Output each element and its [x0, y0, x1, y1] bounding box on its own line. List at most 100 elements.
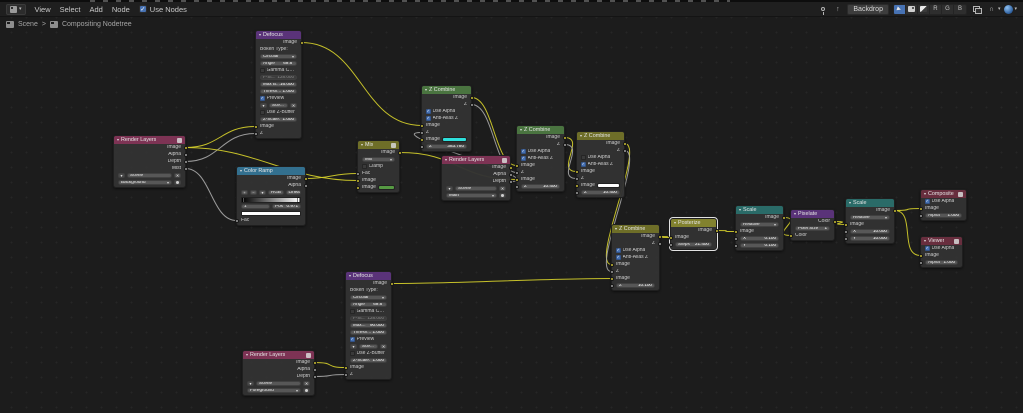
image-left-socket[interactable] [669, 236, 673, 240]
z-left-socket[interactable] [254, 132, 258, 136]
scene-datablock-icon[interactable]: ▾ [260, 103, 267, 109]
checkbox[interactable]: ✓ [426, 109, 431, 114]
image-right-socket[interactable] [563, 136, 567, 140]
channel-b-button[interactable]: B [954, 5, 966, 14]
node-zc2[interactable]: ▾Z CombineImageZ✓Use Alpha✓Anti-Alias ZI… [516, 125, 565, 192]
collapse-icon[interactable]: ▾ [520, 128, 522, 132]
dropdown[interactable]: Circular▾ [260, 54, 297, 60]
node-header[interactable]: ▾Z Combine [422, 86, 471, 94]
z1-left-socket[interactable] [515, 171, 519, 175]
fac-left-socket[interactable] [235, 219, 239, 223]
node-mix[interactable]: ▾MixImageMix▾ClampFacImageImage [357, 140, 400, 193]
value-field[interactable]: Z10.400 [581, 190, 620, 196]
y-left-socket[interactable] [844, 237, 848, 241]
collapse-icon[interactable]: ▾ [849, 201, 851, 205]
node-header[interactable]: ▾Defocus [256, 31, 301, 39]
node-defocus2[interactable]: ▾DefocusImageBokeh Type:Circular▾Angle69… [345, 271, 392, 380]
scene-datablock-icon[interactable]: ▾ [350, 344, 357, 350]
use-nodes-toggle[interactable]: ✓ Use Nodes [139, 5, 187, 14]
render-layer-icon[interactable] [174, 180, 181, 186]
scene-name-field[interactable]: Scene [455, 186, 497, 192]
checkbox[interactable]: ✓ [925, 246, 930, 251]
fac-left-socket[interactable] [356, 172, 360, 176]
node-header[interactable]: ▾Render Layers [243, 351, 314, 359]
checkbox[interactable]: ✓ [521, 156, 526, 161]
alpha-right-socket[interactable] [509, 173, 513, 177]
unlink-icon[interactable]: ✕ [499, 186, 506, 192]
color-swatch[interactable] [378, 185, 395, 190]
image-right-socket[interactable] [184, 146, 188, 150]
node-header[interactable]: ▾Pixelate [791, 210, 834, 218]
breadcrumb-scene[interactable]: Scene [18, 21, 38, 28]
z1-left-socket[interactable] [610, 270, 614, 274]
collapse-icon[interactable]: ▾ [117, 138, 119, 142]
collapse-icon[interactable]: ▾ [425, 88, 427, 92]
collapse-icon[interactable]: ▾ [349, 274, 351, 278]
collapse-icon[interactable]: ▾ [259, 33, 261, 37]
image-right-socket[interactable] [658, 235, 662, 239]
checkbox[interactable]: ✓ [426, 116, 431, 121]
image-right-socket[interactable] [398, 151, 402, 155]
value-field[interactable]: X0.100 [740, 236, 779, 242]
checkbox[interactable]: ✓ [260, 96, 265, 101]
x-left-socket[interactable] [844, 230, 848, 234]
layer-dropdown[interactable]: Background▾ [118, 180, 172, 186]
image1-left-socket[interactable] [420, 124, 424, 128]
z-left-socket[interactable] [344, 373, 348, 377]
render-layer-icon[interactable] [303, 388, 310, 394]
node-colorramp[interactable]: ▾Color RampImageAlpha+−▾RGBLinear▾1Pos0.… [236, 166, 306, 226]
z1-left-socket[interactable] [420, 131, 424, 135]
color-mode-dropdown[interactable]: RGB [268, 190, 284, 196]
node-zc1[interactable]: ▾Z CombineImageZ✓Use Alpha✓Anti-Alias ZI… [421, 85, 472, 152]
node-header[interactable]: ▾Render Layers [114, 136, 185, 144]
node-header[interactable]: ▾Color Ramp [237, 167, 305, 175]
value-field[interactable]: Steps21.400 [675, 242, 712, 248]
shading-dropdown[interactable]: ▾ [1004, 5, 1017, 14]
add-stop-button[interactable]: + [241, 190, 248, 196]
node-header[interactable]: ▾Scale [846, 199, 894, 207]
menu-add[interactable]: Add [90, 5, 103, 14]
node-header[interactable]: ▾Composite [921, 190, 966, 198]
editor-type-button[interactable]: ▾ [6, 4, 26, 15]
breadcrumb-nodetree[interactable]: Compositing Nodetree [62, 21, 132, 28]
interpolation-dropdown[interactable]: Linear▾ [286, 190, 302, 196]
checkbox[interactable]: ✓ [350, 337, 355, 342]
disabled-field[interactable]: F-St...128.000 [260, 75, 297, 81]
image1-left-socket[interactable] [356, 179, 360, 183]
depth-right-socket[interactable] [184, 160, 188, 164]
value-field[interactable]: Z383.780 [426, 144, 467, 150]
node-header[interactable]: ▾Mix [358, 141, 399, 149]
checkbox[interactable]: ✓ [521, 149, 526, 154]
render-layer-icon[interactable] [499, 193, 506, 199]
node-zc3[interactable]: ▾Z CombineImageZUse Alpha✓Anti-Alias ZIm… [576, 131, 625, 198]
node-scale2[interactable]: ▾ScaleImageRelative▾ImageX10.000Y10.000 [845, 198, 895, 244]
value-field[interactable]: Max...90.000 [350, 323, 387, 329]
backdrop-cursor-icon[interactable] [894, 5, 906, 14]
image-right-socket[interactable] [509, 166, 513, 170]
pin-icon[interactable] [817, 4, 828, 15]
node-viewer[interactable]: ▾Viewer✓Use AlphaImageAlpha1.000 [920, 236, 963, 268]
scene-datablock-icon[interactable]: ▾ [247, 381, 254, 387]
image-left-socket[interactable] [844, 223, 848, 227]
image-left-socket[interactable] [919, 254, 923, 258]
unlink-icon[interactable]: ✕ [303, 381, 310, 387]
stop-index-field[interactable]: 1 [241, 204, 270, 210]
overlap-icon[interactable] [971, 4, 982, 15]
z-right-socket[interactable] [563, 143, 567, 147]
steps-left-socket[interactable] [669, 243, 673, 247]
node-scale1[interactable]: ▾ScaleImageRelative▾ImageX0.100Y0.100 [735, 205, 784, 251]
node-header[interactable]: ▾Z Combine [517, 126, 564, 134]
alpha-left-socket[interactable] [919, 261, 923, 265]
alpha-right-socket[interactable] [184, 153, 188, 157]
depth-right-socket[interactable] [313, 375, 317, 379]
node-defocus1[interactable]: ▾DefocusImageBokeh Type:Circular▾Angle69… [255, 30, 302, 139]
scene-name-field[interactable]: Sce... [359, 344, 378, 350]
collapse-icon[interactable]: ▾ [794, 212, 796, 216]
image-right-socket[interactable] [715, 229, 719, 233]
menu-view[interactable]: View [35, 5, 51, 14]
depth-right-socket[interactable] [509, 180, 513, 184]
image-right-socket[interactable] [313, 361, 317, 365]
color-swatch[interactable] [597, 183, 620, 188]
node-header[interactable]: ▾Z Combine [612, 225, 659, 233]
z2-left-socket[interactable] [575, 191, 579, 195]
